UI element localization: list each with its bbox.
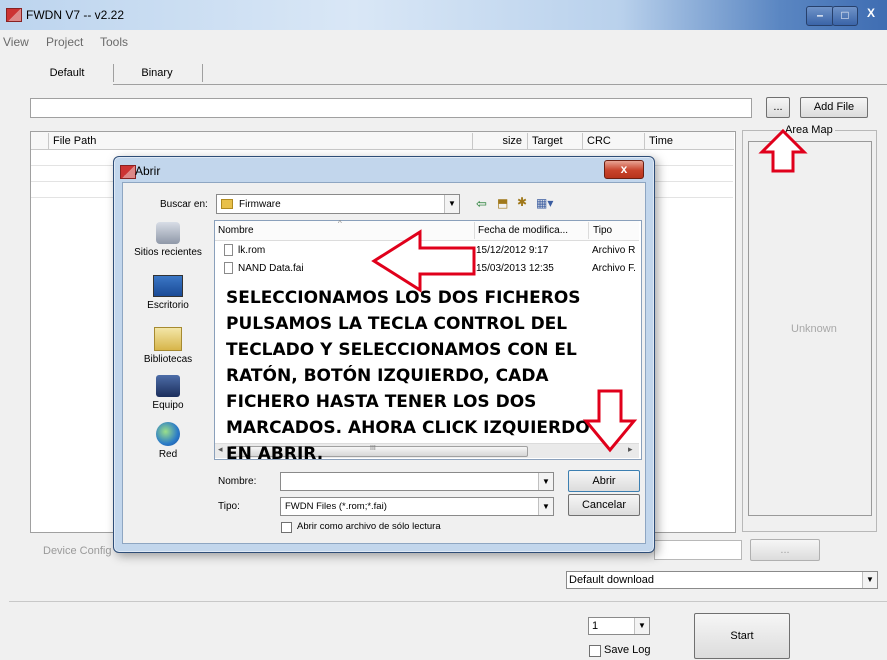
col-file-path[interactable]: File Path [49, 133, 473, 149]
new-folder-icon[interactable]: ✱ [517, 195, 527, 209]
look-in-value: Firmware [239, 199, 281, 210]
col-crc[interactable]: CRC [583, 133, 645, 149]
chevron-down-icon[interactable]: ▼ [634, 618, 649, 634]
tab-divider [113, 64, 114, 82]
file-icon [224, 244, 233, 256]
filetype-label: Tipo: [218, 501, 240, 512]
menu-item-view[interactable]: View [3, 35, 29, 49]
section-divider [9, 601, 887, 602]
col-tipo[interactable]: Tipo [593, 225, 612, 236]
place-desktop[interactable]: Escritorio [128, 275, 208, 311]
desktop-icon [153, 275, 183, 297]
place-network-label: Red [158, 449, 178, 460]
back-icon[interactable]: ⇦ [476, 196, 487, 212]
close-button[interactable]: X [856, 4, 886, 24]
file-date: 15/12/2012 9:17 [476, 245, 549, 256]
table-col-handle [31, 133, 49, 149]
file-path-input[interactable] [30, 98, 752, 118]
col-divider [588, 222, 589, 239]
file-icon [224, 262, 233, 274]
download-mode-select[interactable]: Default download ▼ [566, 571, 878, 589]
readonly-checkbox[interactable] [281, 522, 292, 533]
annotation-line: PULSAMOS LA TECLA CONTROL DEL [226, 314, 568, 334]
sort-asc-icon: ^ [338, 219, 342, 228]
place-recent-label: Sitios recientes [134, 247, 202, 258]
title-bar: FWDN V7 -- v2.22 – □ X [0, 0, 887, 30]
place-desktop-label: Escritorio [147, 300, 189, 311]
chevron-down-icon[interactable]: ▼ [538, 473, 553, 490]
view-menu-icon[interactable]: ▦▾ [536, 196, 553, 210]
network-icon [156, 422, 180, 446]
device-config-field[interactable] [654, 540, 742, 560]
chevron-down-icon[interactable]: ▼ [862, 572, 877, 588]
recent-places-icon [156, 222, 180, 244]
readonly-label: Abrir como archivo de sólo lectura [297, 521, 441, 532]
app-icon [6, 8, 22, 22]
libraries-icon [154, 327, 182, 351]
tab-default[interactable]: Default [22, 62, 112, 84]
chevron-down-icon[interactable]: ▼ [538, 498, 553, 515]
download-mode-value: Default download [569, 574, 655, 586]
area-map-status: Unknown [791, 323, 837, 335]
menu-item-tools[interactable]: Tools [100, 35, 128, 49]
dialog-close-button[interactable]: x [604, 160, 644, 179]
filetype-value: FWDN Files (*.rom;*.fai) [285, 501, 387, 512]
filename-input[interactable]: ▼ [280, 472, 554, 491]
maximize-button[interactable]: □ [832, 6, 858, 26]
col-target[interactable]: Target [528, 133, 583, 149]
computer-icon [156, 375, 180, 397]
col-time[interactable]: Time [645, 133, 734, 149]
menu-bar: View Project Tools [0, 34, 887, 50]
annotation-line: TECLADO Y SELECCIONAMOS CON EL [226, 340, 577, 360]
minimize-button[interactable]: – [806, 6, 834, 26]
place-computer-label: Equipo [152, 400, 184, 411]
save-log-checkbox[interactable] [589, 645, 601, 657]
arrow-up-icon [758, 128, 808, 173]
dialog-title: Abrir [135, 164, 161, 178]
count-select[interactable]: 1 ▼ [588, 617, 650, 635]
filename-label: Nombre: [218, 476, 257, 487]
window-title: FWDN V7 -- v2.22 [26, 8, 125, 22]
arrow-left-icon [371, 229, 476, 293]
save-log-label: Save Log [604, 644, 651, 656]
scroll-left-icon[interactable]: ◂ [218, 444, 223, 455]
device-config-button[interactable]: ... [750, 539, 820, 561]
look-in-select[interactable]: Firmware ▼ [216, 194, 460, 214]
place-libraries[interactable]: Bibliotecas [128, 327, 208, 365]
file-type: Archivo R [592, 245, 636, 256]
tab-binary[interactable]: Binary [116, 62, 198, 84]
file-date: 15/03/2013 12:35 [476, 263, 554, 274]
col-size[interactable]: size [473, 133, 528, 149]
annotation-line: RATÓN, BOTÓN IZQUIERDO, CADA [226, 366, 549, 386]
device-config-label: Device Config [43, 545, 112, 557]
cancel-button[interactable]: Cancelar [568, 494, 640, 516]
tab-divider [202, 64, 203, 82]
folder-icon [221, 199, 233, 209]
file-name: NAND Data.fai [238, 263, 304, 274]
tab-baseline [113, 84, 887, 85]
place-computer[interactable]: Equipo [128, 375, 208, 411]
menu-item-project[interactable]: Project [46, 35, 83, 49]
place-recent[interactable]: Sitios recientes [128, 222, 208, 258]
chevron-down-icon[interactable]: ▼ [444, 195, 459, 213]
filetype-select[interactable]: FWDN Files (*.rom;*.fai) ▼ [280, 497, 554, 516]
col-nombre[interactable]: Nombre [218, 225, 254, 236]
add-file-button[interactable]: Add File [800, 97, 868, 118]
file-name: lk.rom [238, 245, 266, 256]
open-button[interactable]: Abrir [568, 470, 640, 492]
look-in-label: Buscar en: [160, 199, 208, 210]
count-value: 1 [592, 620, 599, 632]
arrow-down-icon [582, 389, 638, 453]
up-folder-icon[interactable]: ⬒ [497, 196, 508, 210]
dialog-app-icon [120, 165, 136, 179]
col-fecha[interactable]: Fecha de modifica... [478, 225, 568, 236]
browse-button[interactable]: ... [766, 97, 790, 118]
place-libraries-label: Bibliotecas [143, 354, 193, 365]
place-network[interactable]: Red [128, 422, 208, 460]
file-type: Archivo F. [592, 263, 636, 274]
start-button[interactable]: Start [694, 613, 790, 659]
